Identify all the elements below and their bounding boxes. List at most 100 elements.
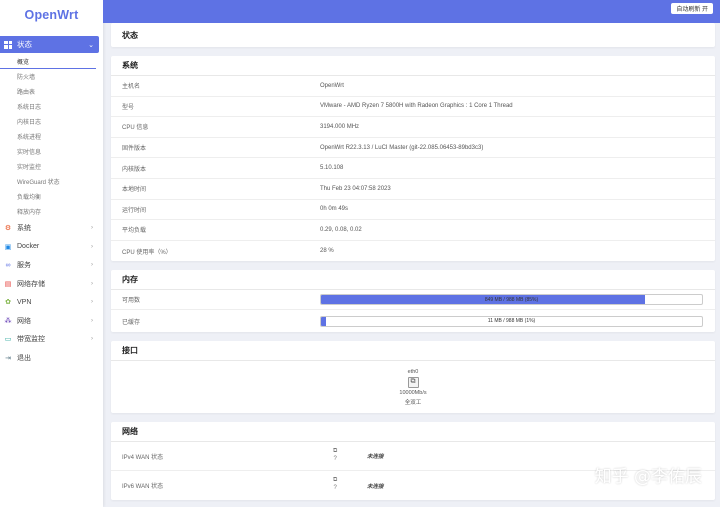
row-value: OpenWrt R22.3.13 / LuCI Master (git-22.0… (320, 144, 484, 151)
sidebar-category-label: 系统 (17, 225, 31, 233)
chevron-right-icon: › (91, 299, 93, 306)
sidebar-item-processes[interactable]: 系统进程 (0, 129, 103, 144)
icon-label: ? (333, 456, 337, 463)
row-key: 主机名 (122, 84, 141, 91)
table-row: CPU 使用率（%） 28 % (111, 241, 715, 262)
sidebar-category-system[interactable]: ⚙ 系统 › (0, 219, 103, 238)
row-key: IPv6 WAN 状态 (122, 484, 164, 491)
network-icon: ⧉? (333, 448, 338, 463)
sidebar-category-label: 带宽监控 (17, 336, 45, 344)
sidebar-category-status[interactable]: 状态 ⌄ (0, 36, 99, 53)
section-title: 内存 (111, 270, 715, 291)
sidebar-item-overview[interactable]: 概览 (0, 54, 96, 69)
table-row: 运行时间 0h 0m 49s (111, 200, 715, 221)
interface-port: eth0 ⧉ 10000Mb/s 全双工 (111, 361, 715, 413)
sidebar-item-firewall[interactable]: 防火墙 (0, 69, 103, 84)
row-key: 可用数 (122, 298, 141, 305)
gear-icon: ⚙ (4, 225, 12, 233)
table-row: 平均负载 0.29, 0.08, 0.02 (111, 220, 715, 241)
sidebar-category-label: 服务 (17, 262, 31, 270)
monitor-icon: ▭ (4, 336, 12, 344)
sidebar-category-network[interactable]: ⁂ 网络 › (0, 312, 103, 331)
progress-text: 849 MB / 988 MB (85%) (484, 296, 539, 303)
table-row: 固件版本 OpenWrt R22.3.13 / LuCI Master (git-… (111, 138, 715, 159)
row-key: CPU 使用率（%） (122, 249, 172, 256)
row-value: Thu Feb 23 04:07:58 2023 (320, 185, 391, 192)
sidebar-category-nas[interactable]: ▤ 网络存储 › (0, 275, 103, 294)
sidebar-category-label: Docker (17, 243, 40, 251)
storage-icon: ▤ (4, 280, 12, 288)
table-row: 型号 VMware - AMD Ryzen 7 5800H with Radeon… (111, 97, 715, 118)
table-row: 内核版本 5.10.108 (111, 158, 715, 179)
section-title: 系统 (111, 56, 715, 76)
sidebar-item-wireguard[interactable]: WireGuard 状态 (0, 174, 103, 189)
row-key: IPv4 WAN 状态 (122, 454, 164, 461)
sidebar-category-bandwidth[interactable]: ▭ 带宽监控 › (0, 330, 103, 349)
row-key: 固件版本 (122, 146, 147, 153)
sidebar-item-routes[interactable]: 路由表 (0, 84, 103, 99)
chevron-right-icon: › (91, 317, 93, 324)
network-icon: ⁂ (4, 317, 12, 325)
dashboard-icon (4, 40, 12, 49)
docker-icon: ▣ (4, 243, 12, 251)
memory-available-bar: 849 MB / 988 MB (85%) (320, 294, 703, 306)
table-row: CPU 信息 3194.000 MHz (111, 117, 715, 138)
autorefresh-toggle[interactable]: 自动刷新 开 (671, 3, 713, 14)
row-value: 28 % (320, 248, 334, 255)
table-row: 主机名 OpenWrt (111, 76, 715, 97)
sidebar-category-vpn[interactable]: ✿ VPN › (0, 293, 103, 312)
row-key: 内核版本 (122, 166, 147, 173)
vpn-icon: ✿ (5, 299, 11, 307)
network-icon: ⧉? (333, 477, 338, 492)
table-row: 可用数 849 MB / 988 MB (85%) (111, 290, 715, 311)
brand-logo[interactable]: OpenWrt (0, 0, 103, 30)
sidebar-item-realtime-monitor[interactable]: 实时监控 (0, 159, 103, 174)
row-value: 0h 0m 49s (320, 206, 349, 213)
sidebar: OpenWrt 状态 ⌄ 概览 防火墙 路由表 系统日志 内核日志 系统进程 实… (0, 0, 103, 507)
row-key: CPU 信息 (122, 125, 149, 132)
row-key: 型号 (122, 104, 135, 111)
table-row: 本地时间 Thu Feb 23 04:07:58 2023 (111, 179, 715, 200)
section-title: 接口 (111, 341, 715, 362)
sidebar-category-label: 网络存储 (17, 280, 45, 288)
system-section: 系统 主机名 OpenWrt 型号 VMware - AMD Ryzen 7 580… (111, 56, 715, 262)
chevron-down-icon: ⌄ (88, 41, 94, 49)
header-bar: 自动刷新 开 (103, 0, 720, 23)
sidebar-category-services[interactable]: ∞ 服务 › (0, 256, 103, 275)
main-content: 状态 系统 主机名 OpenWrt 型号 VMware - AMD Ryzen 7 … (111, 23, 715, 501)
logout-icon: ⇥ (5, 354, 11, 362)
chevron-right-icon: › (91, 280, 93, 287)
port-speed: 10000Mb/s (399, 389, 427, 396)
row-key: 运行时间 (122, 207, 147, 214)
sidebar-category-label: VPN (17, 298, 32, 306)
sidebar-category-logout[interactable]: ⇥ 退出 (0, 349, 103, 368)
sidebar-category-label: 网络 (17, 317, 31, 325)
memory-section: 内存 可用数 849 MB / 988 MB (85%) 已缓存 11 MB /… (111, 270, 715, 333)
sidebar-item-kernel-log[interactable]: 内核日志 (0, 114, 103, 129)
sidebar-submenu: 概览 防火墙 路由表 系统日志 内核日志 系统进程 实时信息 实时监控 Wire… (0, 54, 103, 219)
row-key: 已缓存 (122, 319, 141, 326)
sidebar-item-syslog[interactable]: 系统日志 (0, 99, 103, 114)
sidebar-item-realtime-info[interactable]: 实时信息 (0, 144, 103, 159)
status-text: 未连接 (367, 483, 384, 490)
memory-cached-bar: 11 MB / 988 MB (1%) (320, 315, 703, 327)
section-title: 网络 (111, 422, 715, 443)
sidebar-item-free-memory[interactable]: 释放内存 (0, 204, 103, 219)
chevron-right-icon: › (91, 336, 93, 343)
port-duplex: 全双工 (404, 399, 422, 406)
icon-label: ? (333, 485, 337, 492)
row-value: 3194.000 MHz (320, 123, 360, 130)
sidebar-category-docker[interactable]: ▣ Docker › (0, 238, 103, 257)
row-key: 本地时间 (122, 187, 147, 194)
port-name: eth0 (407, 368, 419, 375)
table-row: 已缓存 11 MB / 988 MB (1%) (111, 310, 715, 332)
sidebar-item-load-balance[interactable]: 负载均衡 (0, 189, 103, 204)
sidebar-category-label: 状态 (17, 40, 32, 49)
page-title: 状态 (111, 23, 715, 47)
status-text: 未连接 (367, 454, 384, 461)
chevron-right-icon: › (91, 225, 93, 232)
sidebar-category-label: 退出 (17, 354, 31, 362)
ethernet-port-icon: ⧉ (407, 376, 419, 388)
link-icon: ∞ (5, 261, 11, 269)
row-key: 平均负载 (122, 228, 147, 235)
